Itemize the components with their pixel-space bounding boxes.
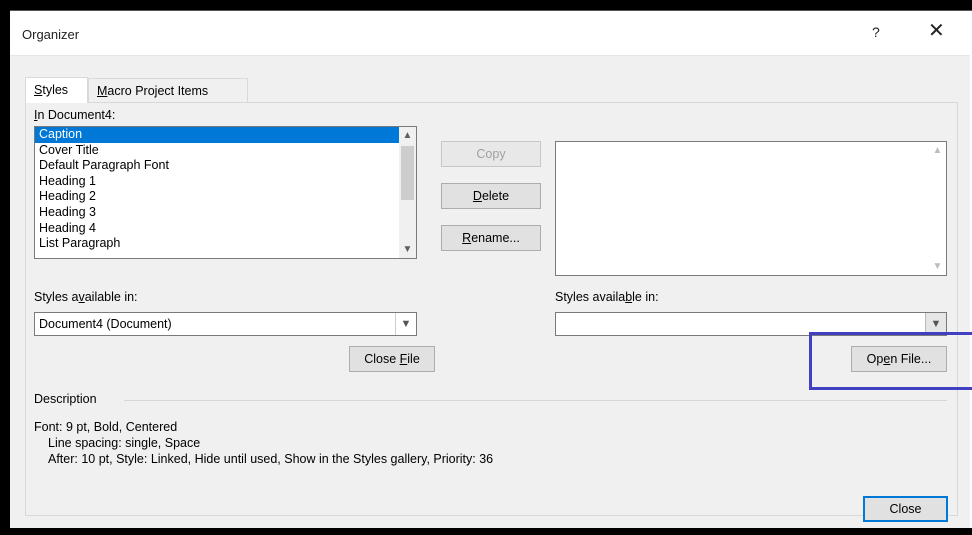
dialog-title: Organizer — [22, 27, 80, 42]
title-bar: Organizer ? ✕ — [10, 11, 972, 55]
copy-button[interactable]: Copy — [441, 141, 541, 167]
scroll-down-icon[interactable]: ▼ — [929, 258, 946, 275]
scroll-down-icon[interactable]: ▼ — [399, 241, 416, 258]
list-item[interactable]: Heading 4 — [35, 221, 416, 237]
scroll-up-icon[interactable]: ▲ — [399, 127, 416, 144]
help-button[interactable]: ? — [872, 24, 880, 40]
list-item[interactable]: Caption — [35, 127, 416, 143]
right-list-scrollbar[interactable]: ▲ ▼ — [929, 142, 946, 275]
list-item[interactable]: Heading 3 — [35, 205, 416, 221]
description-line-3: After: 10 pt, Style: Linked, Hide until … — [48, 452, 494, 466]
left-list-scrollbar[interactable]: ▲ ▼ — [399, 127, 416, 258]
organizer-dialog: Organizer ? ✕ Styles Macro Project Items… — [10, 10, 972, 528]
chevron-down-icon[interactable]: ▼ — [395, 313, 416, 335]
highlight-box — [809, 332, 972, 390]
description-line-2: Line spacing: single, Space — [48, 436, 201, 450]
right-styles-available-label: Styles available in: — [555, 290, 659, 304]
close-file-button[interactable]: Close File — [349, 346, 435, 372]
list-item[interactable]: Heading 1 — [35, 174, 416, 190]
scroll-up-icon[interactable]: ▲ — [929, 142, 946, 159]
list-item[interactable]: Cover Title — [35, 143, 416, 159]
styles-tab-panel: In Document4: Caption Cover Title Default … — [25, 102, 972, 516]
close-button[interactable]: Close — [863, 496, 948, 522]
right-styles-list[interactable]: ▲ ▼ — [555, 141, 947, 276]
dialog-body: Styles Macro Project Items In Document4:… — [10, 55, 972, 528]
list-item[interactable]: Default Paragraph Font — [35, 158, 416, 174]
close-icon[interactable]: ✕ — [928, 21, 945, 41]
tab-styles[interactable]: Styles — [25, 77, 88, 103]
list-item[interactable]: List Paragraph — [35, 236, 416, 252]
left-styles-available-combo[interactable]: Document4 (Document) ▼ — [34, 312, 417, 336]
description-heading: Description — [34, 392, 97, 406]
scroll-thumb[interactable] — [401, 146, 414, 200]
list-item[interactable]: Heading 2 — [35, 189, 416, 205]
left-styles-list[interactable]: Caption Cover Title Default Paragraph Font… — [34, 126, 417, 259]
description-line-1: Font: 9 pt, Bold, Centered — [34, 420, 178, 434]
delete-button[interactable]: Delete — [441, 183, 541, 209]
left-styles-available-label: Styles available in: — [34, 290, 138, 304]
in-document-label: In Document4: — [34, 108, 116, 122]
tab-macro-project-items[interactable]: Macro Project Items — [88, 78, 248, 103]
rename-button[interactable]: Rename... — [441, 225, 541, 251]
description-divider — [124, 400, 947, 401]
